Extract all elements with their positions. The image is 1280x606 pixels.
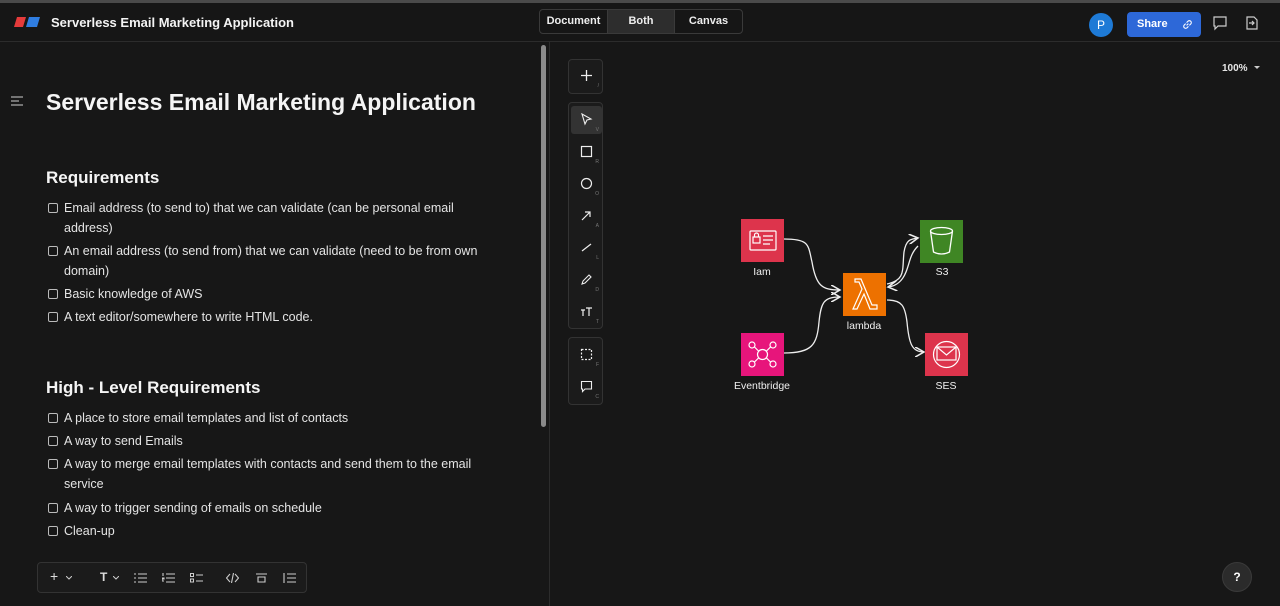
iam-label: Iam: [753, 266, 771, 278]
s3-node[interactable]: [920, 220, 963, 263]
lambda-node[interactable]: [843, 273, 886, 316]
ses-node[interactable]: [925, 333, 968, 376]
eventbridge-node[interactable]: [741, 333, 784, 376]
iam-node[interactable]: [741, 219, 784, 262]
iam-tile: [741, 219, 784, 262]
architecture-diagram: [741, 219, 968, 376]
s3-tile: [920, 220, 963, 263]
s3-label: S3: [935, 266, 949, 278]
ses-label: SES: [935, 380, 957, 392]
connector-iam-lambda[interactable]: [783, 238, 840, 290]
help-button[interactable]: ?: [1222, 562, 1252, 592]
lambda-label: lambda: [846, 320, 882, 332]
eventbridge-label: Eventbridge: [733, 380, 791, 392]
eventbridge-tile: [741, 333, 784, 376]
